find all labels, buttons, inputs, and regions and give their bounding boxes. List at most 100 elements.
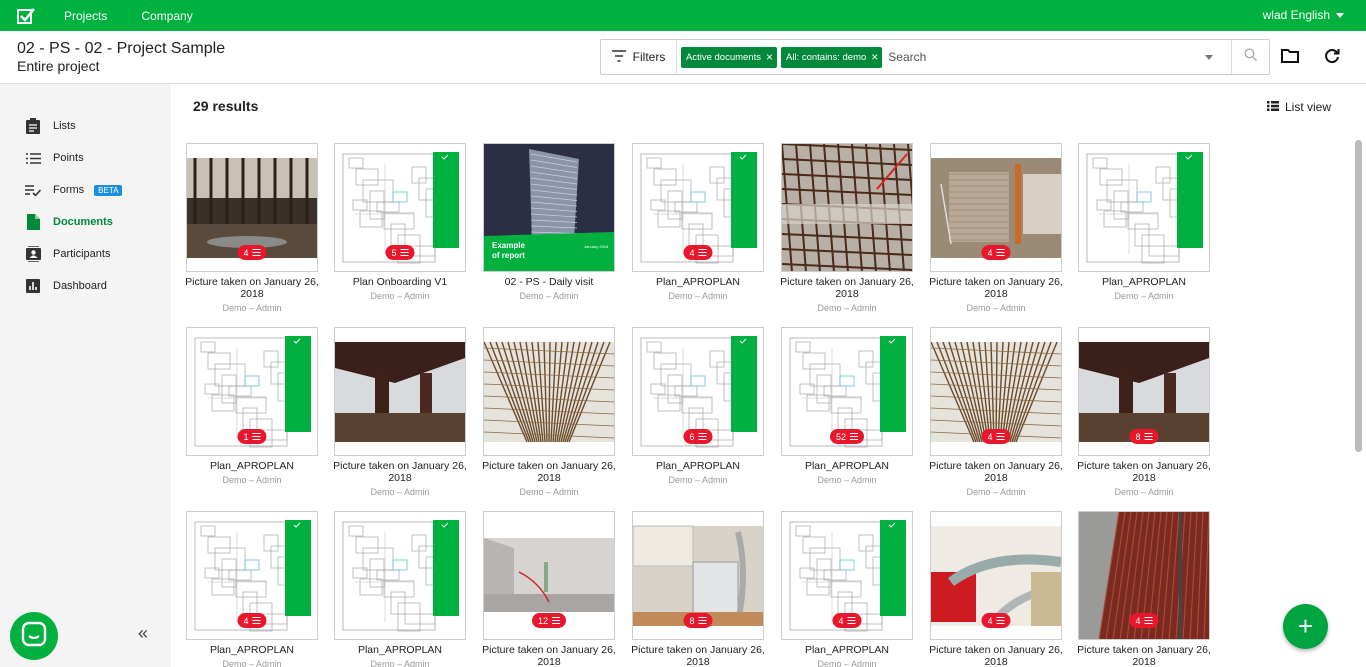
list-view-button[interactable]: List view [1267, 100, 1331, 114]
nav-company[interactable]: Company [141, 9, 192, 23]
list-icon [698, 433, 707, 440]
document-thumbnail [335, 512, 465, 639]
nav-projects[interactable]: Projects [64, 9, 107, 23]
collapse-sidebar-button[interactable]: « [138, 623, 148, 644]
list-icon [996, 249, 1005, 256]
document-title[interactable]: Plan_APROPLAN [1074, 276, 1214, 288]
document-meta: Demo – Admin [222, 659, 282, 667]
document-title[interactable]: Plan_APROPLAN [628, 460, 768, 472]
document-title[interactable]: Plan_APROPLAN [330, 644, 470, 656]
page-title: 02 - PS - 02 - Project Sample [17, 40, 226, 57]
close-icon[interactable]: × [766, 50, 773, 64]
document-meta: Demo – Admin [1114, 291, 1174, 301]
search-input[interactable] [888, 50, 1205, 64]
document-card[interactable] [483, 327, 615, 456]
document-title[interactable]: 02 - PS - Daily visit [479, 276, 619, 288]
filter-chip-active-documents: Active documents × [681, 46, 777, 68]
sidebar-item-lists[interactable]: Lists [25, 118, 76, 134]
sidebar-item-participants[interactable]: Participants [25, 246, 110, 262]
document-title[interactable]: Picture taken on January 26, 2018 [479, 644, 619, 667]
sidebar-item-points[interactable]: Points [25, 150, 84, 166]
document-card[interactable]: 4 [930, 511, 1062, 640]
sidebar: Lists Points Forms BETA Documents Partic… [0, 84, 171, 667]
document-card[interactable]: 4 [781, 511, 913, 640]
document-card[interactable]: 4 [632, 143, 764, 272]
document-title[interactable]: Picture taken on January 26, 2018 [926, 460, 1066, 484]
search-button[interactable] [1231, 40, 1269, 74]
document-card[interactable]: 6 [632, 327, 764, 456]
chat-button[interactable] [10, 612, 58, 660]
sidebar-item-documents[interactable]: Documents [25, 214, 113, 230]
list-icon [850, 433, 859, 440]
document-title[interactable]: Plan_APROPLAN [777, 644, 917, 656]
list-icon [698, 249, 707, 256]
page-subtitle: Entire project [17, 58, 100, 74]
document-card[interactable]: 4 [930, 327, 1062, 456]
add-document-button[interactable]: + [1283, 604, 1328, 649]
chat-icon [21, 621, 47, 652]
document-title[interactable]: Picture taken on January 26, 2018 [777, 276, 917, 300]
document-card[interactable] [334, 511, 466, 640]
user-menu[interactable]: wlad English [1263, 8, 1344, 22]
sidebar-item-label: Participants [53, 248, 111, 260]
document-card[interactable]: 4 [1078, 511, 1210, 640]
document-meta: Demo – Admin [817, 303, 877, 313]
document-card[interactable] [334, 327, 466, 456]
list-icon [25, 150, 41, 166]
document-title[interactable]: Picture taken on January 26, 2018 [926, 644, 1066, 667]
folder-button[interactable] [1281, 48, 1299, 68]
document-card[interactable]: 1 [186, 327, 318, 456]
sidebar-item-dashboard[interactable]: Dashboard [25, 278, 107, 294]
badge-count: 4 [243, 615, 249, 626]
contacts-icon [25, 246, 41, 262]
scrollbar-thumb[interactable] [1355, 140, 1362, 452]
badge-count: 8 [1135, 431, 1141, 442]
document-card[interactable]: 4 [186, 143, 318, 272]
document-title[interactable]: Plan_APROPLAN [182, 644, 322, 656]
page-header: 02 - PS - 02 - Project Sample Entire pro… [0, 31, 1366, 84]
document-card[interactable]: 5 [334, 143, 466, 272]
document-meta: Demo – Admin [817, 659, 877, 667]
sidebar-item-label: Points [53, 152, 84, 164]
list-icon [252, 617, 261, 624]
list-icon [252, 433, 261, 440]
document-card[interactable] [781, 143, 913, 272]
document-card[interactable]: 8 [632, 511, 764, 640]
chevron-down-icon[interactable] [1205, 54, 1213, 60]
document-title[interactable]: Picture taken on January 26, 2018 [1074, 460, 1214, 484]
document-card[interactable]: 52 [781, 327, 913, 456]
badge-count: 52 [835, 431, 847, 442]
sidebar-item-forms[interactable]: Forms BETA [25, 182, 123, 198]
document-meta: Demo – Admin [519, 291, 579, 301]
filters-button[interactable]: Filters [601, 40, 677, 74]
double-chevron-left-icon: « [138, 623, 149, 643]
document-card[interactable] [1078, 143, 1210, 272]
document-title[interactable]: Picture taken on January 26, 2018 [182, 276, 322, 300]
badge-count: 4 [987, 431, 993, 442]
points-count-badge: 4 [981, 429, 1011, 444]
refresh-button[interactable] [1324, 48, 1340, 69]
document-card[interactable]: 12 [483, 511, 615, 640]
document-title[interactable]: Picture taken on January 26, 2018 [479, 460, 619, 484]
sidebar-item-label: Dashboard [53, 280, 107, 292]
document-title[interactable]: Plan_APROPLAN [182, 460, 322, 472]
document-title[interactable]: Plan Onboarding V1 [330, 276, 470, 288]
close-icon[interactable]: × [871, 50, 878, 64]
document-title[interactable]: Plan_APROPLAN [777, 460, 917, 472]
document-title[interactable]: Picture taken on January 26, 2018 [628, 644, 768, 667]
document-meta: Demo – Admin [966, 303, 1026, 313]
plus-icon: + [1297, 611, 1314, 641]
document-card[interactable]: 4 [186, 511, 318, 640]
sidebar-item-label: Documents [53, 216, 113, 228]
document-meta: Demo – Admin [370, 487, 430, 497]
document-title[interactable]: Plan_APROPLAN [628, 276, 768, 288]
list-icon [552, 617, 561, 624]
document-title[interactable]: Picture taken on January 26, 2018 [1074, 644, 1214, 667]
document-card[interactable]: Example of report January 2018 [483, 143, 615, 272]
document-title[interactable]: Picture taken on January 26, 2018 [926, 276, 1066, 300]
document-card[interactable]: 8 [1078, 327, 1210, 456]
document-card[interactable]: 4 [930, 143, 1062, 272]
document-title[interactable]: Picture taken on January 26, 2018 [330, 460, 470, 484]
app-logo-icon[interactable] [17, 7, 35, 25]
document-thumbnail [782, 144, 912, 271]
